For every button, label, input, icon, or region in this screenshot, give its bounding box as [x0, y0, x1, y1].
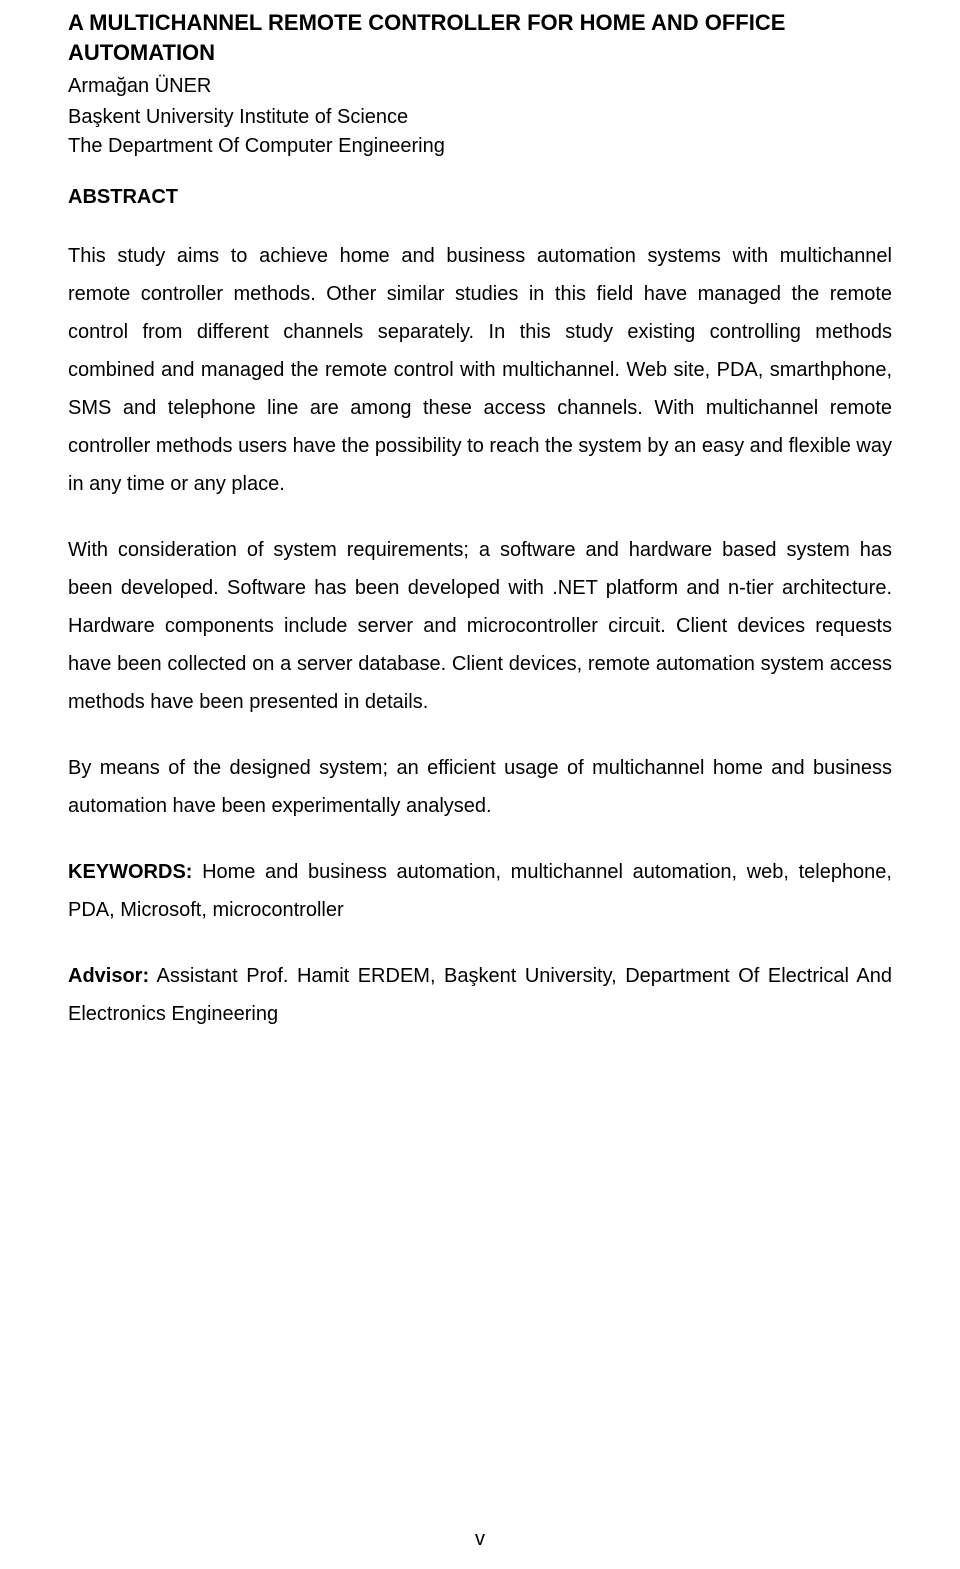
abstract-heading: ABSTRACT	[68, 186, 892, 209]
advisor-block: Advisor: Assistant Prof. Hamit ERDEM, Ba…	[68, 957, 892, 1033]
document-title: A MULTICHANNEL REMOTE CONTROLLER FOR HOM…	[68, 8, 892, 67]
abstract-paragraph-1: This study aims to achieve home and busi…	[68, 237, 892, 503]
keywords-block: KEYWORDS: Home and business automation, …	[68, 853, 892, 929]
advisor-label: Advisor:	[68, 965, 149, 987]
author-name: Armağan ÜNER	[68, 75, 892, 98]
abstract-paragraph-3: By means of the designed system; an effi…	[68, 749, 892, 825]
document-page: A MULTICHANNEL REMOTE CONTROLLER FOR HOM…	[0, 0, 960, 1569]
department: The Department Of Computer Engineering	[68, 135, 892, 158]
page-number: v	[0, 1528, 960, 1551]
affiliation: Başkent University Institute of Science	[68, 106, 892, 129]
advisor-text: Assistant Prof. Hamit ERDEM, Başkent Uni…	[68, 965, 892, 1025]
abstract-paragraph-2: With consideration of system requirement…	[68, 531, 892, 721]
keywords-text: Home and business automation, multichann…	[68, 861, 892, 921]
keywords-label: KEYWORDS:	[68, 861, 192, 883]
